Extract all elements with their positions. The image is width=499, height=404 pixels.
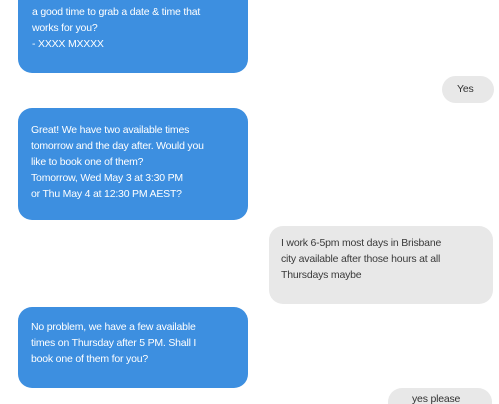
message-text-line: Tomorrow, Wed May 3 at 3:30 PM xyxy=(31,172,183,184)
message-text-line: like to book one of them? xyxy=(31,156,144,168)
outgoing-message-bubble: I work 6-5pm most days in Brisbane city … xyxy=(269,226,493,304)
message-text-line: yes please xyxy=(412,393,461,404)
message-text-line: tomorrow and the day after. Would you xyxy=(31,140,204,152)
outgoing-message-bubble: Yes xyxy=(442,76,494,103)
incoming-message-bubble: Great! We have two available times tomor… xyxy=(18,108,248,220)
message-text-line: I work 6-5pm most days in Brisbane xyxy=(281,237,442,249)
message-text-line: times on Thursday after 5 PM. Shall I xyxy=(31,337,197,349)
message-text-line: Yes xyxy=(457,83,474,95)
message-text-line: a good time to grab a date & time that xyxy=(32,6,201,18)
message-text-line: book one of them for you? xyxy=(31,353,148,365)
incoming-message-bubble: No problem, we have a few available time… xyxy=(18,307,248,388)
message-text-line: Thursdays maybe xyxy=(281,269,362,281)
chat-thread: a good time to grab a date & time that w… xyxy=(0,0,499,404)
message-text-line: Great! We have two available times xyxy=(31,124,190,136)
message-text-line: No problem, we have a few available xyxy=(31,321,196,333)
message-text-line: - XXXX MXXXX xyxy=(32,38,104,50)
message-text-line: or Thu May 4 at 12:30 PM AEST? xyxy=(31,188,182,200)
message-text-line: city available after those hours at all xyxy=(281,253,441,265)
outgoing-message-bubble: yes please xyxy=(388,388,492,404)
incoming-message-bubble: a good time to grab a date & time that w… xyxy=(18,0,248,73)
message-text-line: works for you? xyxy=(32,22,98,34)
